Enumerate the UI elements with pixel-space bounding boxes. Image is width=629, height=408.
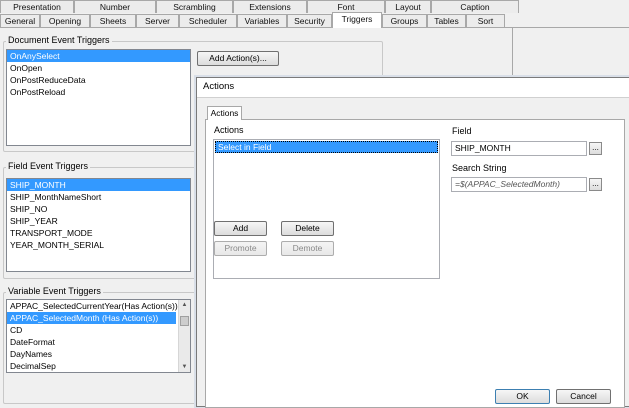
actions-label: Actions	[214, 125, 244, 135]
search-string-label: Search String	[452, 163, 507, 173]
list-item[interactable]: CD	[7, 324, 190, 336]
list-item[interactable]: OnAnySelect	[7, 50, 190, 62]
list-item[interactable]: APPAC_SelectedMonth (Has Action(s))	[7, 312, 176, 324]
variable-triggers-title: Variable Event Triggers	[6, 286, 103, 296]
field-triggers-list[interactable]: SHIP_MONTH SHIP_MonthNameShort SHIP_NO S…	[6, 178, 191, 272]
tab-triggers[interactable]: Triggers	[332, 12, 382, 28]
list-item[interactable]: Select in Field	[215, 141, 438, 153]
tab-caption[interactable]: Caption	[431, 0, 519, 13]
list-item[interactable]: YEAR_MONTH_SERIAL	[7, 239, 190, 251]
tab-security[interactable]: Security	[287, 14, 332, 27]
scroll-up-icon[interactable]: ▲	[179, 300, 190, 310]
list-item[interactable]: OnPostReduceData	[7, 74, 190, 86]
list-item[interactable]: OnOpen	[7, 62, 190, 74]
tab-groups[interactable]: Groups	[382, 14, 427, 27]
scroll-thumb[interactable]	[180, 316, 189, 326]
tab-sort[interactable]: Sort	[466, 14, 505, 27]
list-item[interactable]: APPAC_SelectedCurrentYear(Has Action(s))	[7, 300, 190, 312]
ok-button[interactable]: OK	[495, 389, 550, 404]
field-browse-button[interactable]: ...	[589, 142, 602, 155]
list-item[interactable]: DayNames	[7, 348, 190, 360]
search-string-browse-button[interactable]: ...	[589, 178, 602, 191]
variable-list-scrollbar[interactable]: ▲ ▼	[178, 300, 190, 372]
tab-presentation[interactable]: Presentation	[0, 0, 74, 13]
actions-list[interactable]: Select in Field	[213, 139, 440, 279]
tab-actions[interactable]: Actions	[207, 106, 242, 120]
dialog-title: Actions	[197, 78, 629, 98]
tab-scrambling[interactable]: Scrambling	[156, 0, 233, 13]
tab-scheduler[interactable]: Scheduler	[179, 14, 237, 27]
list-item[interactable]: TRANSPORT_MODE	[7, 227, 190, 239]
field-label: Field	[452, 126, 472, 136]
list-item[interactable]: SHIP_NO	[7, 203, 190, 215]
list-item[interactable]: SHIP_MonthNameShort	[7, 191, 190, 203]
list-item[interactable]: DateFormat	[7, 336, 190, 348]
scroll-down-icon[interactable]: ▼	[179, 362, 190, 372]
promote-button[interactable]: Promote	[214, 241, 267, 256]
tab-sheets[interactable]: Sheets	[90, 14, 136, 27]
search-string-input[interactable]: =$(APPAC_SelectedMonth)	[451, 177, 587, 192]
variable-triggers-list[interactable]: APPAC_SelectedCurrentYear(Has Action(s))…	[6, 299, 191, 373]
document-triggers-title: Document Event Triggers	[6, 35, 112, 45]
add-button[interactable]: Add	[214, 221, 267, 236]
actions-dialog: Actions Actions Actions Select in Field …	[196, 77, 629, 408]
tab-divider	[0, 27, 629, 28]
field-triggers-title: Field Event Triggers	[6, 161, 91, 171]
tab-opening[interactable]: Opening	[40, 14, 90, 27]
demote-button[interactable]: Demote	[281, 241, 334, 256]
tab-layout[interactable]: Layout	[385, 0, 431, 13]
list-item[interactable]: SHIP_YEAR	[7, 215, 190, 227]
list-item[interactable]: SHIP_MONTH	[7, 179, 190, 191]
list-item[interactable]: DecimalSep	[7, 360, 190, 372]
tab-variables[interactable]: Variables	[237, 14, 287, 27]
field-input[interactable]: SHIP_MONTH	[451, 141, 587, 156]
delete-button[interactable]: Delete	[281, 221, 334, 236]
tab-general[interactable]: General	[0, 14, 40, 27]
add-action-button[interactable]: Add Action(s)...	[197, 51, 279, 66]
document-triggers-list[interactable]: OnAnySelect OnOpen OnPostReduceData OnPo…	[6, 49, 191, 146]
tab-tables[interactable]: Tables	[427, 14, 466, 27]
tab-extensions[interactable]: Extensions	[233, 0, 307, 13]
tab-server[interactable]: Server	[136, 14, 179, 27]
tab-number[interactable]: Number	[74, 0, 156, 13]
list-item[interactable]: OnPostReload	[7, 86, 190, 98]
cancel-button[interactable]: Cancel	[556, 389, 611, 404]
